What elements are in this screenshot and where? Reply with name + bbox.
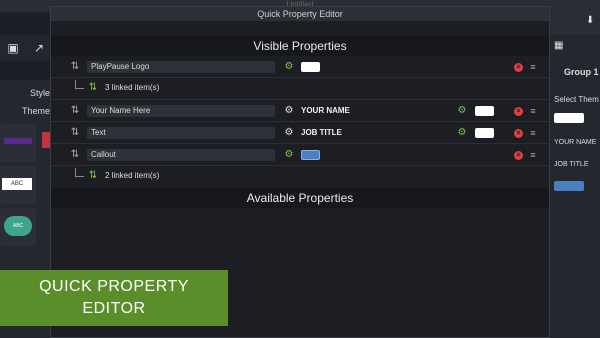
delete-icon[interactable]: × xyxy=(514,129,523,138)
color-swatch[interactable] xyxy=(301,150,320,160)
gear-icon[interactable]: ⚙ xyxy=(283,127,295,139)
link-icon: ⇅ xyxy=(70,61,80,72)
style-thumb-abc[interactable]: ABC xyxy=(0,166,36,204)
banner-line-2: EDITOR xyxy=(82,300,146,317)
linked-items-icon: ⇅ xyxy=(88,170,98,181)
property-name-field[interactable]: Callout xyxy=(87,149,275,161)
property-value: JOB TITLE xyxy=(301,128,342,137)
group-label: Group 1 I xyxy=(564,67,600,77)
tree-connector xyxy=(75,80,84,89)
film-icon[interactable]: ▦ xyxy=(554,40,563,51)
right-panel: ▦ Group 1 I Select Them YOUR NAME JOB TI… xyxy=(550,35,600,338)
gear-icon[interactable]: ⚙ xyxy=(456,105,468,117)
cloud-callout: ABC xyxy=(4,216,32,236)
color-swatch[interactable] xyxy=(475,128,494,138)
linked-items-row-1: ⇅ 3 linked item(s) xyxy=(51,78,549,100)
linked-items-row-2: ⇅ 2 linked item(s) xyxy=(51,166,549,186)
banner-line-1: QUICK PROPERTY xyxy=(39,278,189,295)
property-row-text: ⇅ Text ⚙ JOB TITLE ⚙ × ≡ xyxy=(51,122,549,144)
drag-handle-icon[interactable]: ≡ xyxy=(529,149,537,161)
arrow-tool-icon[interactable]: ↗ xyxy=(28,37,50,59)
style-thumb-lowerthird[interactable] xyxy=(0,124,36,162)
gear-icon[interactable]: ⚙ xyxy=(283,105,295,117)
available-properties-header: Available Properties xyxy=(51,188,549,208)
right-topbar: ⬇ xyxy=(550,12,600,35)
color-swatch[interactable] xyxy=(301,62,320,72)
download-icon[interactable]: ⬇ xyxy=(586,15,594,26)
tree-connector xyxy=(75,168,84,177)
drag-handle-icon[interactable]: ≡ xyxy=(529,127,537,139)
media-icon[interactable]: ▣ xyxy=(2,37,24,59)
gear-icon[interactable]: ⚙ xyxy=(283,149,295,161)
purple-bar xyxy=(4,138,32,144)
color-swatch[interactable] xyxy=(475,106,494,116)
delete-icon[interactable]: × xyxy=(514,63,523,72)
visible-properties-header: Visible Properties xyxy=(51,36,549,56)
theme-label: Theme xyxy=(21,106,50,116)
drag-handle-icon[interactable]: ≡ xyxy=(529,61,537,73)
job-title-value: JOB TITLE xyxy=(554,161,589,168)
linked-items-icon: ⇅ xyxy=(88,82,98,93)
style-label: Style xyxy=(29,88,50,98)
your-name-value: YOUR NAME xyxy=(554,139,597,146)
property-name-field[interactable]: Text xyxy=(87,127,275,139)
property-row-your-name: ⇅ Your Name Here ⚙ YOUR NAME ⚙ × ≡ xyxy=(51,100,549,122)
gear-icon[interactable]: ⚙ xyxy=(456,127,468,139)
delete-icon[interactable]: × xyxy=(514,107,523,116)
red-thumb-edge xyxy=(42,132,50,148)
dialog-title: Quick Property Editor xyxy=(51,7,549,21)
property-row-playpause-logo: ⇅ PlayPause Logo ⚙ × ≡ xyxy=(51,56,549,78)
theme-color-blue[interactable] xyxy=(554,181,584,191)
tutorial-banner: QUICK PROPERTY EDITOR xyxy=(0,270,228,326)
drag-handle-icon[interactable]: ≡ xyxy=(529,105,537,117)
select-theme-label: Select Them xyxy=(554,95,599,104)
link-icon: ⇅ xyxy=(70,127,80,138)
theme-color-white[interactable] xyxy=(554,113,584,123)
abc-label: ABC xyxy=(2,178,32,190)
style-thumb-cloud[interactable]: ABC xyxy=(0,208,36,246)
link-icon: ⇅ xyxy=(70,149,80,160)
property-row-callout: ⇅ Callout ⚙ × ≡ xyxy=(51,144,549,166)
linked-items-count: 2 linked item(s) xyxy=(105,171,160,180)
linked-items-count: 3 linked item(s) xyxy=(105,83,160,92)
property-name-field[interactable]: Your Name Here xyxy=(87,105,275,117)
link-icon: ⇅ xyxy=(70,105,80,116)
gear-icon[interactable]: ⚙ xyxy=(283,61,295,73)
delete-icon[interactable]: × xyxy=(514,151,523,160)
property-name-field[interactable]: PlayPause Logo xyxy=(87,61,275,73)
property-value: YOUR NAME xyxy=(301,106,350,115)
